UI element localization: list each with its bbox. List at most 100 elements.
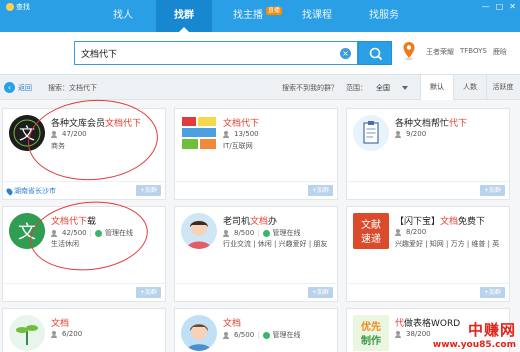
live-badge: 直播 bbox=[265, 7, 282, 15]
member-count: 13/500 bbox=[223, 130, 259, 138]
icon-text-line2: 制作 bbox=[361, 334, 381, 347]
group-card[interactable]: 各种文档帮忙代下 9/200 +加群 bbox=[346, 108, 510, 200]
nav-label: 找人 bbox=[113, 10, 133, 21]
shield-icon bbox=[262, 331, 270, 339]
group-title[interactable]: 【闪下宝】文档免费下 bbox=[395, 214, 485, 227]
hot-word[interactable]: 王者荣耀 bbox=[426, 47, 454, 57]
join-group-button[interactable]: +加群 bbox=[479, 185, 505, 196]
people-icon bbox=[223, 130, 231, 138]
member-count: 47/200 bbox=[51, 130, 87, 138]
wen-glyph: 文 bbox=[18, 222, 36, 243]
main-nav: 找人 找群 找主播 直播 找课程 找服务 bbox=[98, 0, 414, 32]
sort-tab-members[interactable]: 人数 bbox=[453, 75, 486, 100]
group-card[interactable]: 文档 6/500 | 管理在线 bbox=[174, 308, 338, 352]
nav-find-courses[interactable]: 找课程 bbox=[286, 0, 348, 32]
close-icon[interactable]: ✕ bbox=[509, 2, 516, 11]
card-footer: +加群 bbox=[347, 181, 509, 199]
group-avatar bbox=[9, 315, 45, 351]
pin-icon bbox=[5, 186, 14, 196]
group-title[interactable]: 文档代下载 bbox=[51, 214, 96, 227]
people-icon bbox=[51, 330, 59, 338]
group-avatar bbox=[353, 115, 389, 151]
member-count: 8/200 bbox=[395, 228, 426, 236]
group-card[interactable]: 老司机文档办 8/500 | 管理在线 行业交流 | 休闲 | 兴趣爱好 | 朋友 … bbox=[174, 206, 338, 302]
group-title[interactable]: 老司机文档办 bbox=[223, 214, 277, 227]
location-text: 湖南省长沙市 bbox=[14, 187, 56, 195]
wen-logo-icon: 文 bbox=[9, 115, 45, 151]
card-footer: +加群 bbox=[175, 181, 337, 199]
group-tags: 兴趣爱好 | 知网 | 万方 | 维普 | 英 bbox=[395, 240, 500, 248]
sort-tab-default[interactable]: 默认 bbox=[420, 75, 453, 100]
location-pin-icon[interactable] bbox=[402, 41, 416, 61]
group-title[interactable]: 文档 bbox=[223, 316, 241, 329]
join-group-button[interactable]: +加群 bbox=[135, 185, 161, 196]
icon-text-line1: 优先 bbox=[361, 320, 381, 333]
group-title[interactable]: 文档代下 bbox=[223, 116, 259, 129]
wen-green-icon: 文 bbox=[9, 213, 45, 249]
shield-icon bbox=[262, 229, 270, 237]
title-highlight: 文档代下 bbox=[51, 217, 88, 227]
clear-icon[interactable]: × bbox=[340, 48, 351, 59]
card-footer: +加群 bbox=[347, 283, 509, 301]
not-found-link[interactable]: 搜索不到我的群？ bbox=[282, 83, 338, 93]
join-group-button[interactable]: +加群 bbox=[479, 287, 505, 298]
back-button[interactable]: ‹ 返回 bbox=[4, 82, 32, 93]
nav-find-streamer[interactable]: 找主播 直播 bbox=[216, 0, 282, 32]
priority-production-icon: 优先 制作 bbox=[353, 315, 389, 351]
hot-word[interactable]: TFBOYS bbox=[460, 47, 487, 57]
join-group-button[interactable]: +加群 bbox=[307, 287, 333, 298]
group-avatar: 优先 制作 bbox=[353, 315, 389, 351]
window-title-text: 查找 bbox=[16, 3, 30, 11]
search-input[interactable] bbox=[81, 46, 331, 61]
group-card[interactable]: 文 文档代下载 42/500 | 管理在线 生活休闲 +加群 bbox=[2, 206, 166, 302]
group-avatar bbox=[181, 213, 217, 249]
group-card[interactable]: 文献 速递 【闪下宝】文档免费下 8/200 兴趣爱好 | 知网 | 万方 | … bbox=[346, 206, 510, 302]
shield-icon bbox=[95, 229, 102, 237]
title-highlight: 文档代下 bbox=[105, 119, 142, 129]
literature-express-icon: 文献 速递 bbox=[353, 213, 389, 249]
group-title[interactable]: 各种文库会员文档代下 bbox=[51, 116, 141, 129]
join-group-button[interactable]: +加群 bbox=[307, 185, 333, 196]
group-card[interactable]: 文档代下 13/500 IT/互联网 +加群 bbox=[174, 108, 338, 200]
join-group-button[interactable]: +加群 bbox=[135, 287, 161, 298]
watermark: 中赚网 www.you85.com bbox=[433, 319, 516, 350]
nav-find-services[interactable]: 找服务 bbox=[354, 0, 414, 32]
breadcrumb: 搜索：文档代下 bbox=[48, 84, 97, 92]
title-text: 【闪下宝】 bbox=[395, 217, 441, 227]
minimize-icon[interactable]: — bbox=[482, 2, 490, 11]
group-title[interactable]: 文档 bbox=[51, 316, 69, 329]
watermark-url: www.you85.com bbox=[432, 340, 516, 350]
group-card[interactable]: 文档 6/200 bbox=[2, 308, 166, 352]
count-text: 6/500 bbox=[234, 331, 255, 339]
sort-tabs: 默认 人数 活跃度 bbox=[420, 75, 519, 100]
maximize-icon[interactable]: □ bbox=[496, 2, 504, 11]
person-avatar-icon bbox=[181, 213, 217, 249]
people-icon bbox=[395, 330, 403, 338]
window-controls: — □ ✕ bbox=[482, 2, 516, 11]
search-row: × 王者荣耀 TFBOYS 鹿晗 bbox=[0, 32, 520, 74]
card-footer: +加群 bbox=[3, 283, 165, 301]
group-title[interactable]: 各种文档帮忙代下 bbox=[395, 116, 467, 129]
wen-glyph: 文 bbox=[19, 124, 35, 143]
count-text: 8/200 bbox=[406, 228, 427, 236]
group-card[interactable]: 文 各种文库会员文档代下 47/200 商务 湖南省长沙市 +加群 bbox=[2, 108, 166, 200]
manager-online: 管理在线 bbox=[272, 229, 301, 237]
title-highlight: 文档 bbox=[223, 319, 242, 329]
collage-image-icon bbox=[181, 115, 217, 151]
group-tags: 行业交流 | 休闲 | 兴趣爱好 | 朋友 bbox=[223, 240, 328, 248]
count-text: 38/200 bbox=[406, 330, 431, 338]
search-button[interactable] bbox=[358, 41, 392, 65]
range-select[interactable]: 全国 bbox=[372, 81, 412, 95]
member-count: 38/200 bbox=[395, 330, 431, 338]
hot-word[interactable]: 鹿晗 bbox=[493, 47, 507, 57]
nav-find-groups[interactable]: 找群 bbox=[156, 0, 212, 32]
watermark-title: 中赚网 bbox=[467, 321, 516, 339]
people-icon bbox=[223, 229, 231, 237]
count-text: 42/500 bbox=[62, 229, 87, 237]
people-icon bbox=[395, 228, 403, 236]
group-avatar bbox=[181, 115, 217, 151]
nav-find-people[interactable]: 找人 bbox=[98, 0, 148, 32]
nav-label: 找主播 bbox=[233, 10, 263, 21]
count-text: 6/200 bbox=[62, 330, 83, 338]
sort-tab-activity[interactable]: 活跃度 bbox=[486, 75, 519, 100]
